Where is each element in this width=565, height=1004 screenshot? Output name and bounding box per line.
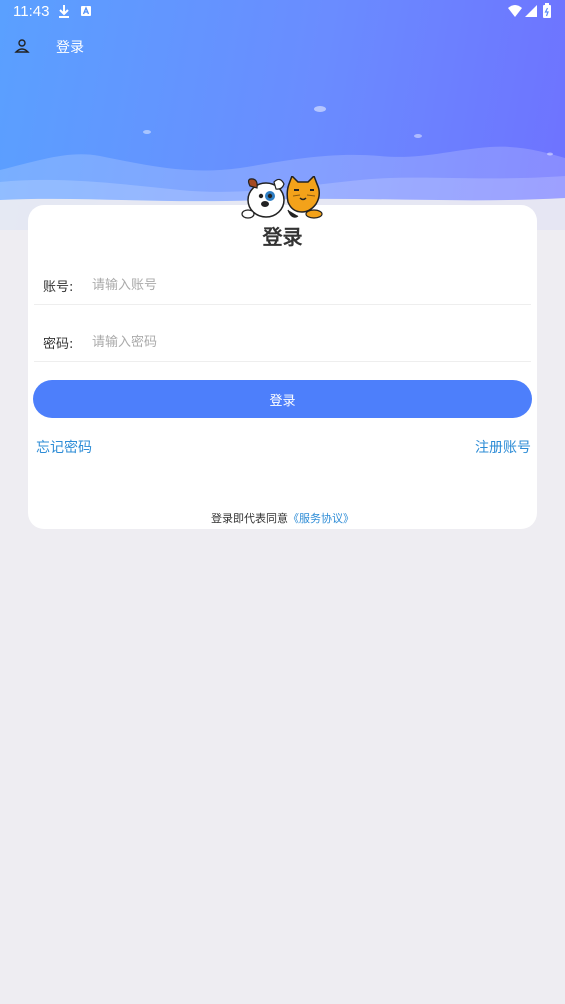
password-label: 密码: (43, 337, 74, 352)
register-account-link[interactable]: 注册账号 (475, 437, 531, 457)
password-field: 密码: (34, 322, 531, 362)
signal-icon (525, 5, 537, 17)
forgot-password-link[interactable]: 忘记密码 (36, 437, 92, 457)
account-field: 账号: (34, 265, 531, 305)
download-icon (59, 5, 69, 18)
page-title: 登录 (56, 40, 84, 56)
login-card: 登录 账号: 密码: 登录 忘记密码 注册账号 登录即代表同意《服务协议》 (28, 205, 537, 529)
password-input[interactable] (92, 327, 512, 357)
dog-cat-mascot-icon (241, 176, 323, 219)
status-bar: 11:43 (0, 0, 565, 24)
user-icon[interactable] (14, 38, 30, 54)
agreement-text: 登录即代表同意 (211, 512, 288, 525)
account-label: 账号: (43, 280, 74, 295)
account-input[interactable] (92, 270, 512, 300)
top-app-bar: 登录 (0, 28, 565, 66)
login-button[interactable]: 登录 (33, 380, 532, 418)
battery-icon (543, 3, 551, 18)
service-agreement-link[interactable]: 《服务协议》 (288, 512, 354, 525)
status-time: 11:43 (13, 3, 50, 20)
notification-a-icon (81, 6, 91, 16)
wifi-icon (508, 5, 522, 17)
agreement-notice: 登录即代表同意《服务协议》 (28, 510, 537, 526)
login-title: 登录 (262, 225, 303, 249)
